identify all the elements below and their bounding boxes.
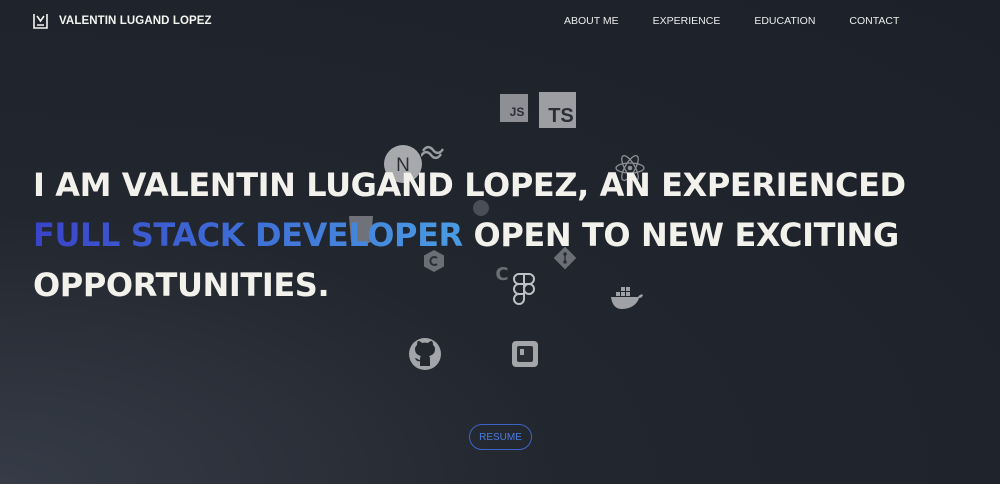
typescript-icon: TS (539, 92, 576, 128)
resume-button[interactable]: RESUME (469, 424, 532, 450)
navbar: VALENTIN LUGAND LOPEZ ABOUT ME EXPERIENC… (0, 0, 1000, 44)
nav-link-contact[interactable]: CONTACT (849, 15, 899, 27)
page: VALENTIN LUGAND LOPEZ ABOUT ME EXPERIENC… (0, 0, 1000, 484)
brand-link[interactable]: VALENTIN LUGAND LOPEZ (33, 13, 212, 29)
nav-link-education[interactable]: EDUCATION (754, 15, 815, 27)
ts-label: TS (548, 105, 574, 127)
github-icon (409, 338, 441, 370)
nav-links: ABOUT ME EXPERIENCE EDUCATION CONTACT (564, 15, 933, 27)
hero-headline: I AM VALENTIN LUGAND LOPEZ, AN EXPERIENC… (33, 160, 973, 310)
javascript-icon: JS (500, 94, 528, 122)
nav-link-about-me[interactable]: ABOUT ME (564, 15, 619, 27)
jetbrains-icon (512, 341, 538, 367)
brand-name: VALENTIN LUGAND LOPEZ (59, 15, 212, 27)
js-label: JS (510, 105, 525, 119)
tailwind-icon (421, 145, 445, 160)
hero-highlight: FULL STACK DEVELOPER (33, 216, 463, 254)
nav-link-experience[interactable]: EXPERIENCE (653, 15, 721, 27)
hero-line-prefix: I AM VALENTIN LUGAND LOPEZ, AN EXPERIENC… (33, 166, 906, 204)
vl-monogram-icon (33, 14, 48, 29)
